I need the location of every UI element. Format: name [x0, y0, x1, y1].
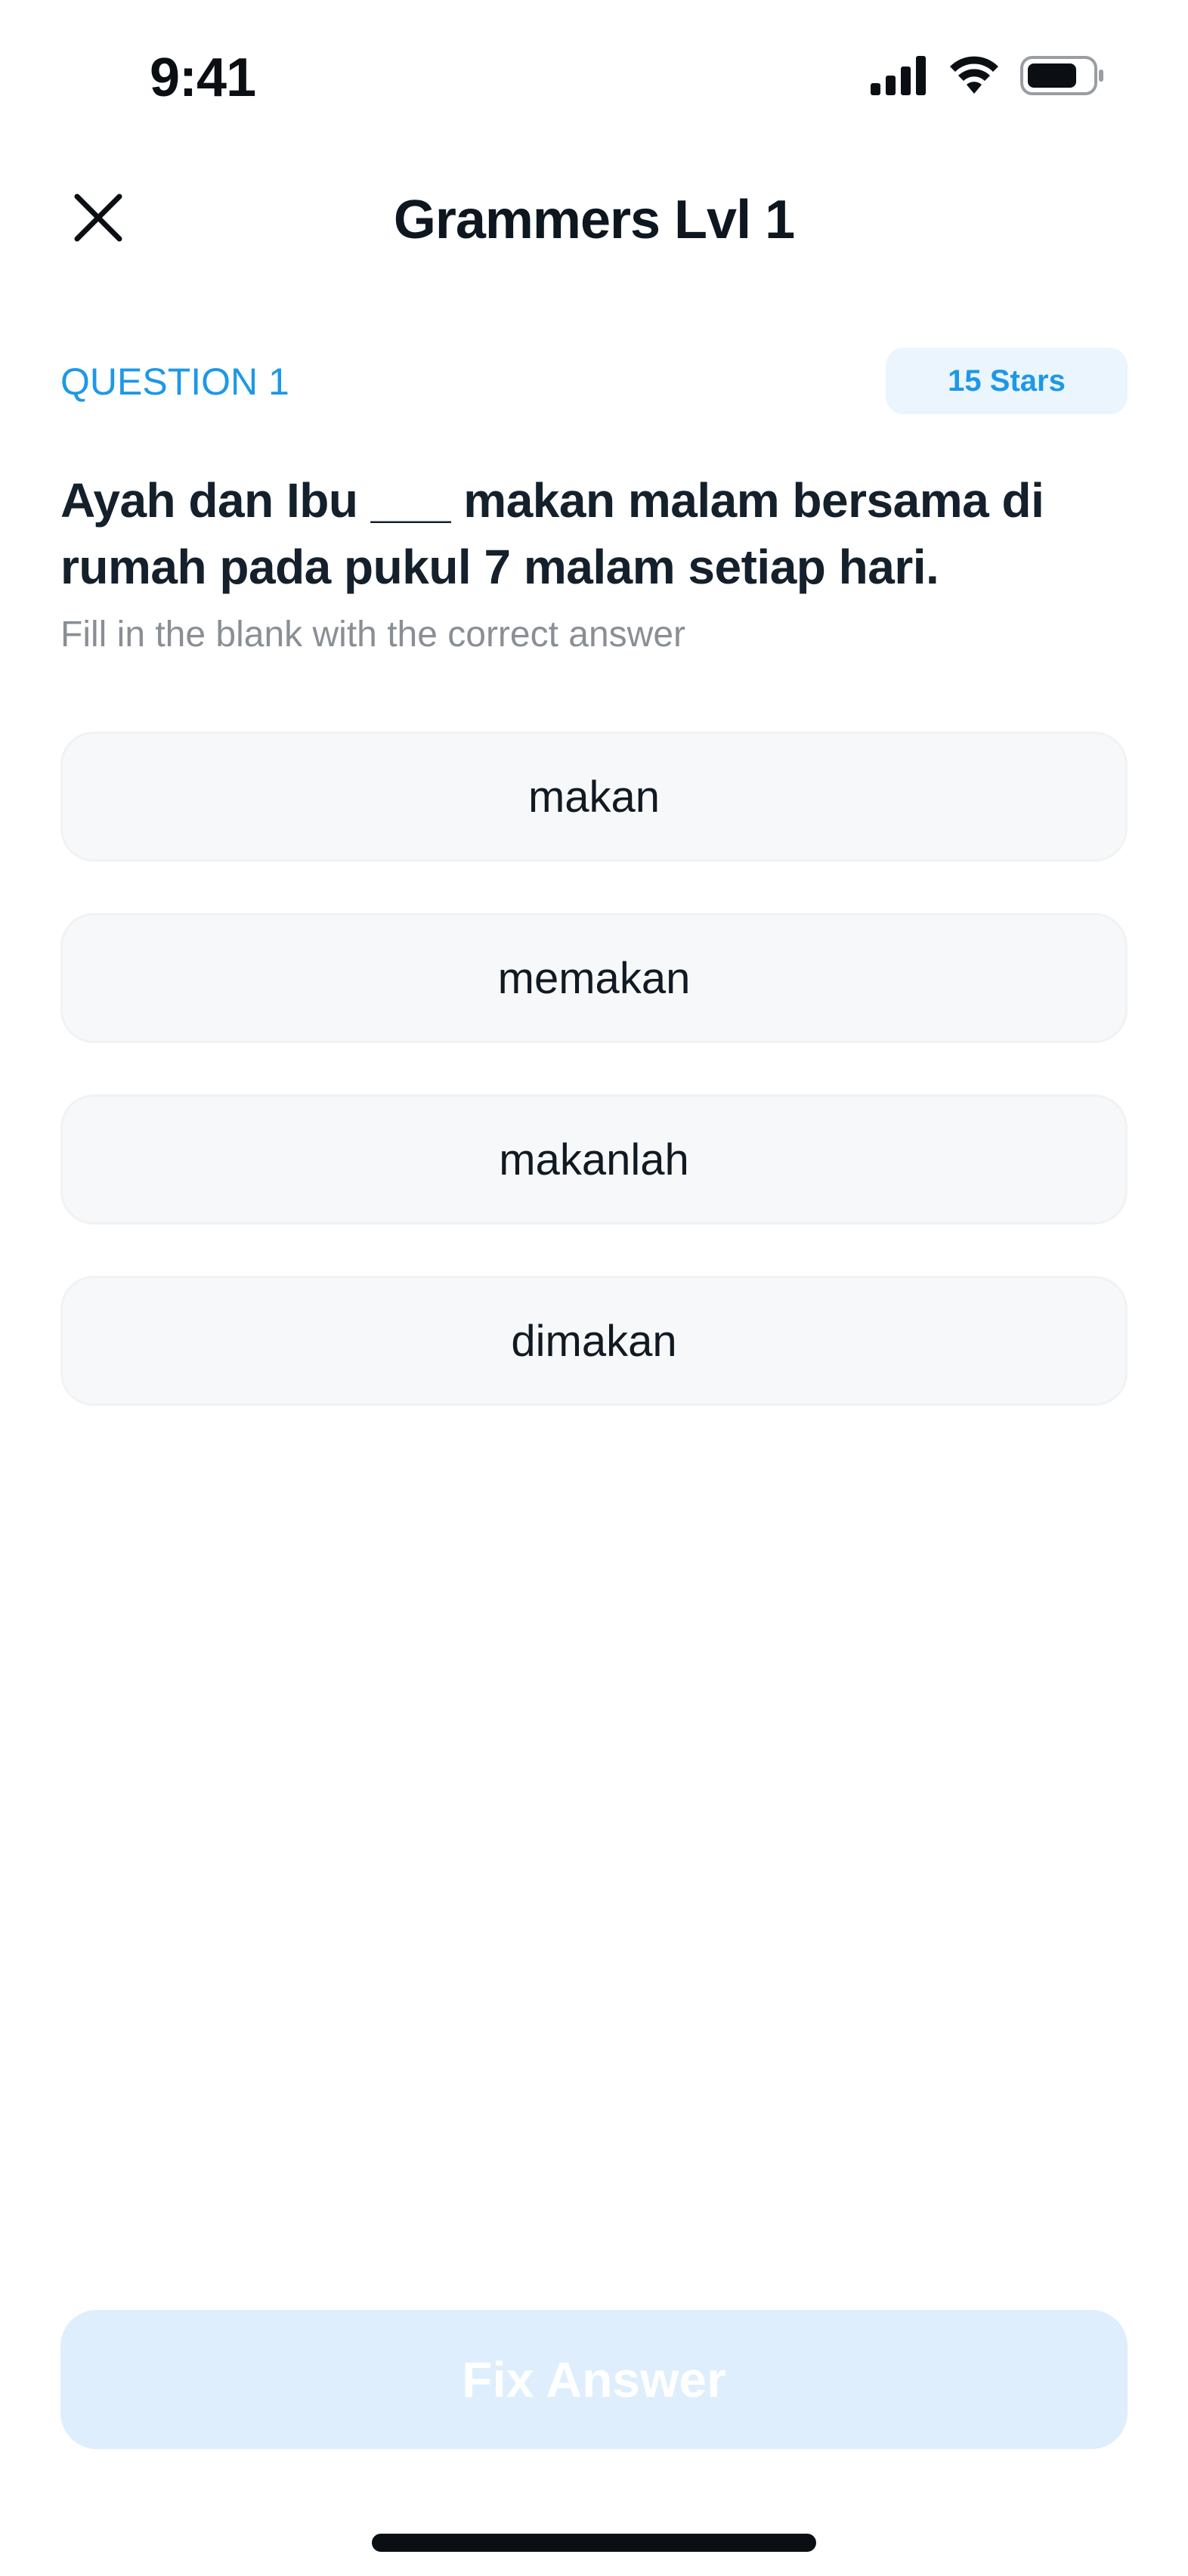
cellular-signal-icon	[871, 55, 928, 99]
status-time: 9:41	[150, 48, 256, 108]
wifi-icon	[948, 56, 1001, 99]
stars-badge: 15 Stars	[886, 348, 1128, 414]
status-bar: 9:41	[0, 0, 1188, 151]
question-hint: Fill in the blank with the correct answe…	[60, 615, 686, 655]
header: Grammers Lvl 1	[0, 166, 1188, 272]
fix-answer-button[interactable]: Fix Answer	[60, 2310, 1128, 2449]
question-number-label: QUESTION 1	[60, 361, 289, 403]
question-text: Ayah dan Ibu ___ makan malam bersama di …	[60, 473, 1044, 594]
home-indicator	[372, 2534, 816, 2552]
answer-option[interactable]: makan	[60, 732, 1128, 862]
answer-option[interactable]: makanlah	[60, 1094, 1128, 1225]
page-title: Grammers Lvl 1	[393, 190, 795, 250]
answer-option[interactable]: memakan	[60, 913, 1128, 1043]
answer-options: makan memakan makanlah dimakan	[60, 732, 1128, 1457]
status-icons	[871, 54, 1105, 100]
answer-option[interactable]: dimakan	[60, 1276, 1128, 1406]
battery-icon	[1020, 54, 1105, 101]
